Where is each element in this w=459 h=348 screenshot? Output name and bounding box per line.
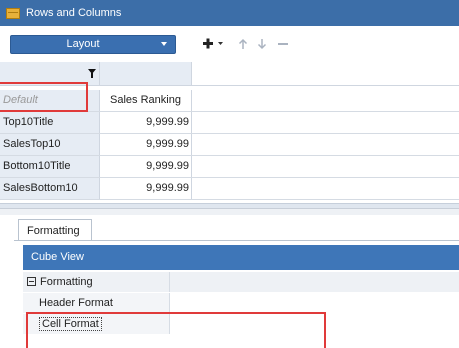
layout-dropdown[interactable]: Layout	[10, 35, 176, 54]
row-label[interactable]: Bottom10Title	[0, 156, 100, 177]
row-label[interactable]: SalesBottom10	[0, 178, 100, 199]
property-value[interactable]	[170, 314, 459, 334]
properties-area: Formatting Cube View Formatting Header F…	[0, 215, 459, 345]
table-row[interactable]: Top10Title 9,999.99	[0, 112, 459, 134]
chevron-down-icon	[161, 42, 167, 46]
column-header-corner	[100, 62, 192, 85]
cell-value[interactable]: 9,999.99	[100, 134, 192, 155]
collapse-icon[interactable]	[27, 277, 36, 286]
filter-icon[interactable]	[88, 69, 96, 78]
property-row-cell-format[interactable]: Cell Format	[23, 314, 459, 334]
table-row-header[interactable]: Default Sales Ranking	[0, 90, 459, 112]
arrow-down-icon	[257, 39, 267, 50]
category-value	[170, 272, 459, 292]
property-label[interactable]: Header Format	[23, 293, 170, 313]
cell-value[interactable]: 9,999.99	[100, 178, 192, 199]
cell-value[interactable]: 9,999.99	[100, 156, 192, 177]
properties-panel: Cube View Formatting Header Format Cell …	[23, 245, 459, 345]
window-title: Rows and Columns	[26, 7, 122, 19]
remove-button[interactable]	[275, 36, 291, 52]
arrow-up-icon	[238, 38, 248, 49]
row-label[interactable]: Top10Title	[0, 112, 100, 133]
rows-columns-grid: Default Sales Ranking Top10Title 9,999.9…	[0, 62, 459, 208]
add-icon	[203, 38, 223, 49]
row-label[interactable]: SalesTop10	[0, 134, 100, 155]
move-down-button[interactable]	[255, 36, 269, 52]
table-row[interactable]: SalesBottom10 9,999.99	[0, 178, 459, 200]
category-label: Formatting	[40, 276, 93, 288]
property-row-header-format[interactable]: Header Format	[23, 293, 459, 313]
table-row[interactable]: Bottom10Title 9,999.99	[0, 156, 459, 178]
category-row-formatting[interactable]: Formatting	[23, 272, 459, 292]
cell-value[interactable]: 9,999.99	[100, 112, 192, 133]
row-label-default[interactable]: Default	[0, 90, 100, 111]
category-cell[interactable]: Formatting	[23, 272, 170, 292]
row-header-corner[interactable]	[0, 62, 100, 85]
property-label[interactable]: Cell Format	[39, 317, 102, 331]
rows-columns-app-icon	[6, 7, 20, 19]
column-header-sales-ranking[interactable]: Sales Ranking	[100, 90, 192, 111]
layout-dropdown-label: Layout	[66, 38, 100, 50]
minus-icon	[278, 43, 288, 45]
move-up-button[interactable]	[236, 36, 250, 52]
toolbar: Layout	[0, 26, 459, 62]
table-row[interactable]: SalesTop10 9,999.99	[0, 134, 459, 156]
tab-formatting[interactable]: Formatting	[18, 219, 92, 241]
property-value[interactable]	[170, 293, 459, 313]
window-titlebar: Rows and Columns	[0, 0, 459, 26]
add-button[interactable]	[198, 36, 226, 52]
grid-filter-row	[0, 62, 459, 86]
property-label-cell[interactable]: Cell Format	[23, 314, 170, 334]
tab-underline	[14, 240, 459, 241]
section-title: Cube View	[23, 245, 459, 270]
